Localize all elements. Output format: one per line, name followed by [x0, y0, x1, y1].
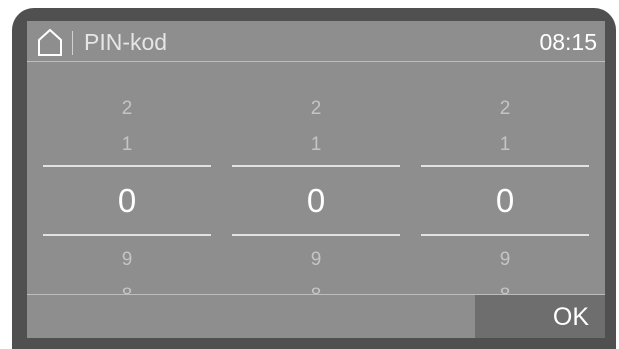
picker-value-below-1: 9: [499, 249, 511, 270]
picker-selected-value: 0: [306, 182, 326, 219]
picker-value-below-1: 9: [310, 249, 322, 270]
pin-digit-picker-1[interactable]: 2 1 0 9 8: [43, 62, 211, 306]
picker-value-above-2: 2: [121, 98, 133, 119]
picker-value-above-2: 2: [499, 98, 511, 119]
picker-selection-rule-bottom: [421, 234, 589, 236]
pin-digit-picker-3[interactable]: 2 1 0 9 8: [421, 62, 589, 306]
picker-selected-value: 0: [117, 182, 137, 219]
header-divider: [72, 31, 73, 55]
picker-value-above-1: 1: [310, 134, 322, 155]
picker-value-above-2: 2: [310, 98, 322, 119]
pin-screen: PIN-kod 08:15 2 1 0 9 8 2 1 0 9 8 2 1 0 …: [27, 21, 605, 338]
pin-digit-picker-2[interactable]: 2 1 0 9 8: [232, 62, 400, 306]
ok-button-label: OK: [552, 303, 589, 331]
ok-button[interactable]: OK: [475, 295, 605, 338]
home-button[interactable]: [35, 27, 65, 57]
page-title: PIN-kod: [84, 29, 168, 55]
picker-selection-rule-top: [43, 165, 211, 167]
picker-selection-rule-top: [232, 165, 400, 167]
header-bar: PIN-kod 08:15: [27, 21, 605, 62]
picker-selection-rule-bottom: [43, 234, 211, 236]
picker-value-above-1: 1: [499, 134, 511, 155]
home-icon: [38, 28, 62, 56]
picker-value-above-1: 1: [121, 134, 133, 155]
picker-selection-rule-top: [421, 165, 589, 167]
clock-time: 08:15: [539, 29, 597, 55]
picker-selection-rule-bottom: [232, 234, 400, 236]
picker-value-below-1: 9: [121, 249, 133, 270]
picker-selected-value: 0: [495, 182, 515, 219]
